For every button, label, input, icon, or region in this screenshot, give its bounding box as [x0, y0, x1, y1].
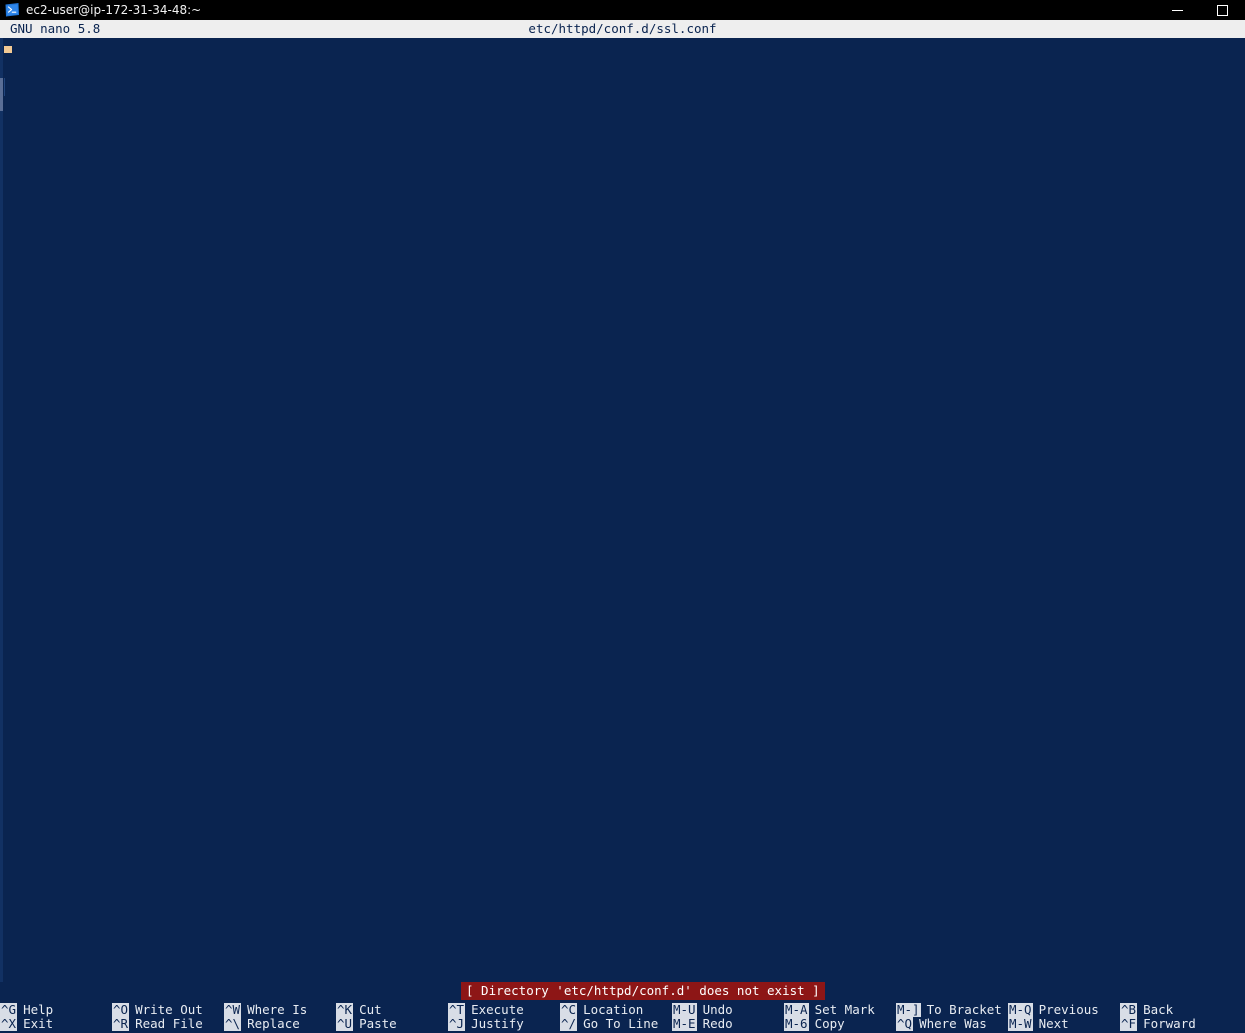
shortcut-label: Write Out: [135, 1002, 203, 1017]
shortcut-label: Undo: [702, 1002, 733, 1017]
nano-header-bar: GNU nano 5.8 etc/httpd/conf.d/ssl.conf: [0, 20, 1245, 38]
shortcut-column: ^K Cut ^U Paste: [336, 1003, 448, 1031]
shortcut-label: Redo: [702, 1016, 733, 1031]
shortcut-key-badge: M-A: [784, 1002, 809, 1017]
shortcut-label: Next: [1038, 1016, 1069, 1031]
editor-scrollbar-thumb[interactable]: [0, 78, 3, 111]
shortcut-item-copy[interactable]: M-6 Copy: [784, 1017, 896, 1031]
shortcut-column: ^W Where Is ^\ Replace: [224, 1003, 336, 1031]
shortcut-label: Back: [1143, 1002, 1174, 1017]
shortcut-column: ^T Execute ^J Justify: [448, 1003, 560, 1031]
editor-scrollbar[interactable]: [0, 38, 3, 982]
shortcut-key-badge: ^/: [560, 1016, 578, 1031]
shortcut-label: Cut: [359, 1002, 382, 1017]
shortcut-item-cut[interactable]: ^K Cut: [336, 1003, 448, 1017]
shortcut-item-justify[interactable]: ^J Justify: [448, 1017, 560, 1031]
shortcut-label: To Bracket: [926, 1002, 1002, 1017]
shortcut-column: M-A Set Mark M-6 Copy: [784, 1003, 896, 1031]
maximize-icon: [1217, 4, 1228, 16]
shortcut-label: Set Mark: [814, 1002, 875, 1017]
shortcut-key-badge: ^T: [448, 1002, 466, 1017]
shortcut-item-where-was[interactable]: ^Q Where Was: [896, 1017, 1008, 1031]
shortcut-key-badge: M-W: [1008, 1016, 1033, 1031]
shortcut-item-undo[interactable]: M-U Undo: [672, 1003, 784, 1017]
shortcut-label: Read File: [135, 1016, 203, 1031]
shortcut-item-location[interactable]: ^C Location: [560, 1003, 672, 1017]
window-titlebar[interactable]: ec2-user@ip-172-31-34-48:~: [0, 0, 1245, 20]
shortcut-key-badge: M-E: [672, 1016, 697, 1031]
shortcut-key-badge: ^K: [336, 1002, 354, 1017]
window-title: ec2-user@ip-172-31-34-48:~: [26, 3, 202, 17]
shortcut-key-badge: M-U: [672, 1002, 697, 1017]
shortcut-column: M-U Undo M-E Redo: [672, 1003, 784, 1031]
shortcut-column: M-Q Previous M-W Next: [1008, 1003, 1120, 1031]
shortcut-column: ^B Back ^F Forward: [1120, 1003, 1232, 1031]
shortcut-column: M-] To Bracket ^Q Where Was: [896, 1003, 1008, 1031]
maximize-button[interactable]: [1200, 0, 1245, 20]
shortcut-item-back[interactable]: ^B Back: [1120, 1003, 1232, 1017]
editor-buffer[interactable]: [0, 38, 1245, 982]
shortcut-item-forward[interactable]: ^F Forward: [1120, 1017, 1232, 1031]
shortcut-label: Go To Line: [583, 1016, 659, 1031]
minimize-button[interactable]: [1155, 0, 1200, 20]
shortcut-item-help[interactable]: ^G Help: [0, 1003, 112, 1017]
shortcut-item-go-to-line[interactable]: ^/ Go To Line: [560, 1017, 672, 1031]
shortcut-item-exit[interactable]: ^X Exit: [0, 1017, 112, 1031]
shortcut-item-next[interactable]: M-W Next: [1008, 1017, 1120, 1031]
shortcut-key-badge: ^F: [1120, 1016, 1138, 1031]
text-cursor: [4, 46, 12, 53]
shortcut-key-badge: M-6: [784, 1016, 809, 1031]
editor-line-marker: [4, 78, 5, 96]
shortcut-label: Previous: [1038, 1002, 1099, 1017]
shortcut-item-read-file[interactable]: ^R Read File: [112, 1017, 224, 1031]
shortcut-label: Replace: [247, 1016, 300, 1031]
terminal-icon: [5, 3, 19, 17]
shortcut-key-badge: ^G: [0, 1002, 18, 1017]
shortcut-key-badge: ^B: [1120, 1002, 1138, 1017]
shortcut-item-previous[interactable]: M-Q Previous: [1008, 1003, 1120, 1017]
shortcut-key-badge: ^O: [112, 1002, 130, 1017]
shortcut-item-replace[interactable]: ^\ Replace: [224, 1017, 336, 1031]
shortcut-key-badge: ^\: [224, 1016, 242, 1031]
shortcut-item-write-out[interactable]: ^O Write Out: [112, 1003, 224, 1017]
nano-filename-label: etc/httpd/conf.d/ssl.conf: [528, 21, 717, 36]
shortcut-key-badge: M-]: [896, 1002, 921, 1017]
shortcut-column: ^O Write Out ^R Read File: [112, 1003, 224, 1031]
shortcut-bar: ^G Help ^X Exit ^O Write Out ^R Read File ^W Wher…: [0, 1000, 1245, 1033]
shortcut-label: Help: [23, 1002, 54, 1017]
shortcut-key-badge: M-Q: [1008, 1002, 1033, 1017]
shortcut-label: Paste: [359, 1016, 397, 1031]
status-message: [ Directory 'etc/httpd/conf.d' does not …: [461, 982, 825, 1000]
shortcut-item-where-is[interactable]: ^W Where Is: [224, 1003, 336, 1017]
shortcut-label: Execute: [471, 1002, 524, 1017]
status-line: [ Directory 'etc/httpd/conf.d' does not …: [0, 982, 1245, 1000]
shortcut-key-badge: ^J: [448, 1016, 466, 1031]
shortcut-label: Where Is: [247, 1002, 308, 1017]
shortcut-item-paste[interactable]: ^U Paste: [336, 1017, 448, 1031]
shortcut-item-execute[interactable]: ^T Execute: [448, 1003, 560, 1017]
shortcut-key-badge: ^C: [560, 1002, 578, 1017]
shortcut-label: Forward: [1143, 1016, 1196, 1031]
shortcut-key-badge: ^U: [336, 1016, 354, 1031]
shortcut-item-set-mark[interactable]: M-A Set Mark: [784, 1003, 896, 1017]
shortcut-label: Location: [583, 1002, 644, 1017]
shortcut-key-badge: ^X: [0, 1016, 18, 1031]
shortcut-column: ^C Location ^/ Go To Line: [560, 1003, 672, 1031]
shortcut-item-to-bracket[interactable]: M-] To Bracket: [896, 1003, 1008, 1017]
shortcut-label: Where Was: [919, 1016, 987, 1031]
shortcut-label: Justify: [471, 1016, 524, 1031]
shortcut-key-badge: ^R: [112, 1016, 130, 1031]
shortcut-column: ^G Help ^X Exit: [0, 1003, 112, 1031]
shortcut-label: Copy: [814, 1016, 845, 1031]
shortcut-key-badge: ^W: [224, 1002, 242, 1017]
shortcut-label: Exit: [23, 1016, 54, 1031]
minimize-icon: [1172, 9, 1183, 11]
shortcut-item-redo[interactable]: M-E Redo: [672, 1017, 784, 1031]
shortcut-key-badge: ^Q: [896, 1016, 914, 1031]
window-controls: [1155, 0, 1245, 20]
